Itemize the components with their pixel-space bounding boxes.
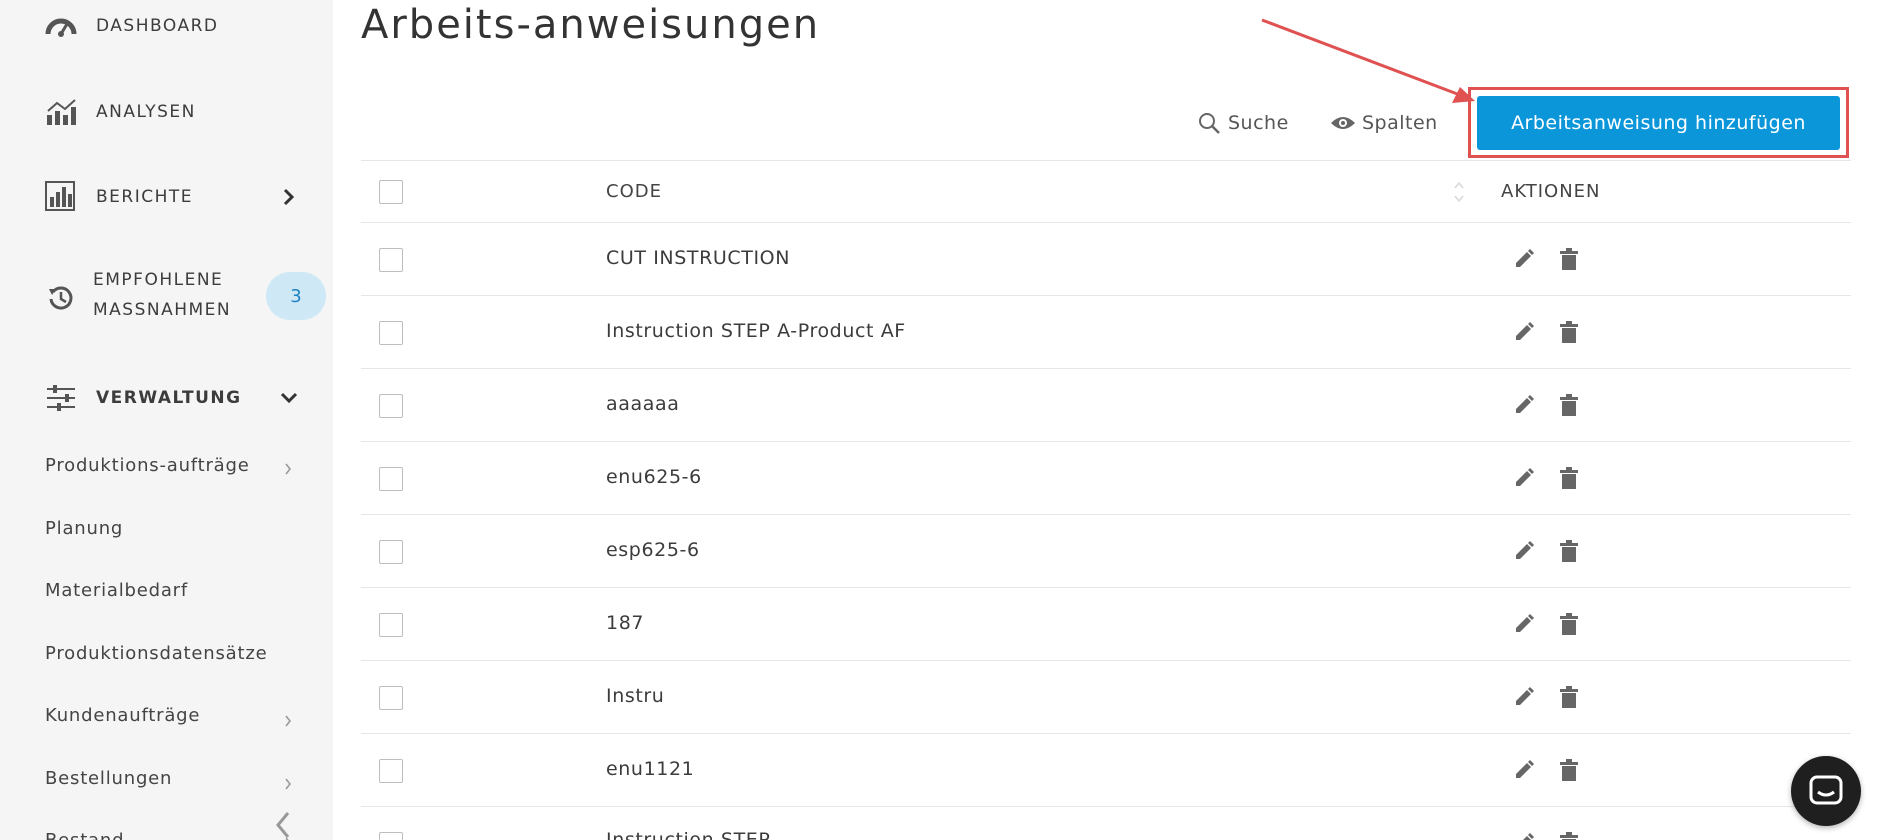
submenu-planung[interactable]: Planung: [45, 518, 123, 539]
delete-trash-icon[interactable]: [1557, 247, 1581, 271]
table-row: 187: [361, 587, 1851, 660]
nav-label-line2: MASSNAHMEN: [93, 300, 232, 320]
reports-icon: [44, 180, 78, 214]
delete-trash-icon[interactable]: [1557, 466, 1581, 490]
chevron-right-icon: [279, 187, 299, 207]
nav-label: BERICHTE: [96, 187, 194, 207]
row-checkbox[interactable]: [379, 467, 403, 491]
edit-pencil-icon[interactable]: [1512, 539, 1536, 563]
chevron-right-icon: [281, 777, 295, 791]
row-code: esp625-6: [606, 539, 700, 561]
nav-label-line1: EMPFOHLENE: [93, 270, 224, 290]
row-code: enu1121: [606, 758, 695, 780]
table-header-row: CODE AKTIONEN: [361, 160, 1851, 222]
speedometer-icon: [44, 9, 78, 43]
column-header-actions: AKTIONEN: [1501, 181, 1601, 202]
columns-button[interactable]: Spalten: [1330, 108, 1438, 138]
row-code: Instru: [606, 685, 665, 707]
chevron-right-icon: [281, 462, 295, 476]
sort-icon[interactable]: [1451, 177, 1467, 207]
sidebar: DASHBOARD ANALYSEN BERICHTE EMPFOHLENE M…: [0, 0, 333, 840]
row-code: CUT INSTRUCTION: [606, 247, 791, 269]
row-checkbox[interactable]: [379, 686, 403, 710]
submenu-produktionsdatensaetze[interactable]: Produktionsdatensätze: [45, 643, 267, 664]
analytics-icon: [44, 95, 78, 129]
edit-pencil-icon[interactable]: [1512, 320, 1536, 344]
delete-trash-icon[interactable]: [1557, 320, 1581, 344]
table-row: esp625-6: [361, 514, 1851, 587]
row-code: aaaaaa: [606, 393, 680, 415]
chat-icon: [1809, 775, 1843, 807]
edit-pencil-icon[interactable]: [1512, 466, 1536, 490]
search-label: Suche: [1228, 112, 1289, 134]
delete-trash-icon[interactable]: [1557, 831, 1581, 840]
table-row: aaaaaa: [361, 368, 1851, 441]
chevron-right-icon: [281, 714, 295, 728]
delete-trash-icon[interactable]: [1557, 758, 1581, 782]
submenu-bestellungen[interactable]: Bestellungen: [45, 768, 172, 789]
row-checkbox[interactable]: [379, 248, 403, 272]
row-checkbox[interactable]: [379, 832, 403, 840]
annotation-arrow: [1261, 18, 1475, 103]
history-icon: [44, 281, 78, 315]
edit-pencil-icon[interactable]: [1512, 758, 1536, 782]
delete-trash-icon[interactable]: [1557, 393, 1581, 417]
page-title: Arbeits-anweisungen: [361, 2, 821, 48]
table-row: enu1121: [361, 733, 1851, 806]
row-checkbox[interactable]: [379, 759, 403, 783]
chevron-down-icon: [279, 388, 299, 408]
nav-label: ANALYSEN: [96, 102, 196, 122]
table-row: CUT INSTRUCTION: [361, 222, 1851, 295]
row-checkbox[interactable]: [379, 394, 403, 418]
sliders-icon: [44, 381, 78, 415]
table-row: Instruction STEP: [361, 806, 1851, 840]
column-header-code[interactable]: CODE: [606, 181, 662, 202]
columns-label: Spalten: [1362, 112, 1438, 134]
chat-launcher-button[interactable]: [1791, 756, 1861, 826]
recommendations-count-badge: 3: [266, 272, 326, 320]
edit-pencil-icon[interactable]: [1512, 247, 1536, 271]
row-code: Instruction STEP A-Product AF: [606, 320, 906, 342]
row-code: enu625-6: [606, 466, 702, 488]
row-code: Instruction STEP: [606, 829, 771, 840]
submenu-bestand[interactable]: Bestand: [45, 830, 124, 840]
edit-pencil-icon[interactable]: [1512, 831, 1536, 840]
collapse-sidebar-icon[interactable]: [270, 810, 296, 840]
delete-trash-icon[interactable]: [1557, 612, 1581, 636]
nav-label: VERWALTUNG: [96, 388, 242, 408]
edit-pencil-icon[interactable]: [1512, 393, 1536, 417]
nav-label: DASHBOARD: [96, 16, 219, 36]
table-row: Instruction STEP A-Product AF: [361, 295, 1851, 368]
search-button[interactable]: Suche: [1196, 108, 1289, 138]
row-checkbox[interactable]: [379, 321, 403, 345]
row-checkbox[interactable]: [379, 540, 403, 564]
table-row: enu625-6: [361, 441, 1851, 514]
row-checkbox[interactable]: [379, 613, 403, 637]
delete-trash-icon[interactable]: [1557, 539, 1581, 563]
submenu-materialbedarf[interactable]: Materialbedarf: [45, 580, 188, 601]
select-all-checkbox[interactable]: [379, 180, 403, 204]
delete-trash-icon[interactable]: [1557, 685, 1581, 709]
submenu-produktions-auftraege[interactable]: Produktions-aufträge: [45, 455, 250, 476]
row-code: 187: [606, 612, 645, 634]
eye-icon: [1330, 110, 1356, 136]
search-icon: [1196, 110, 1222, 136]
edit-pencil-icon[interactable]: [1512, 685, 1536, 709]
table-row: Instru: [361, 660, 1851, 733]
submenu-kundenauftraege[interactable]: Kundenaufträge: [45, 705, 200, 726]
edit-pencil-icon[interactable]: [1512, 612, 1536, 636]
add-work-instruction-button[interactable]: Arbeitsanweisung hinzufügen: [1477, 96, 1840, 150]
